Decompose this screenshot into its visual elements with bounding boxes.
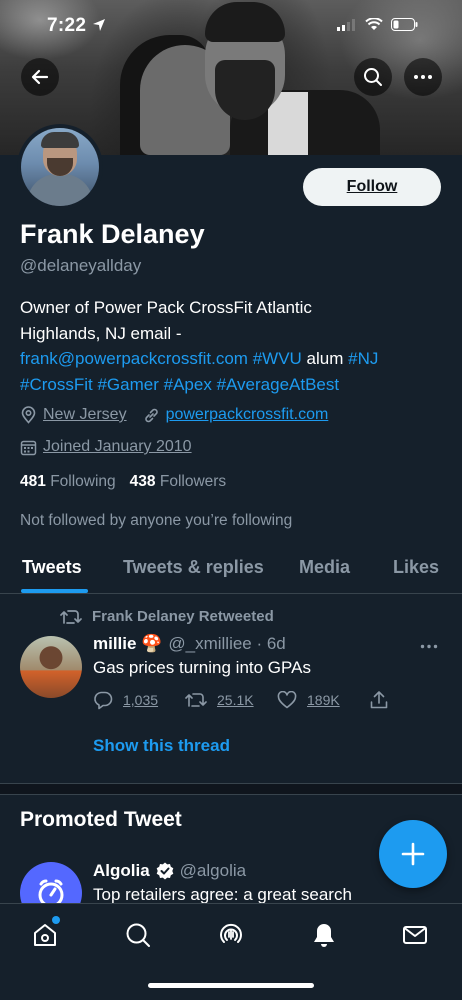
status-icons <box>337 18 418 31</box>
hashtag-link[interactable]: #CrossFit <box>20 375 93 394</box>
more-button[interactable] <box>404 58 442 96</box>
hashtag-link[interactable]: #WVU <box>253 349 302 368</box>
tweet-more-button[interactable] <box>420 633 438 654</box>
more-dots-icon <box>420 644 438 649</box>
followers-count: 438 <box>129 473 156 490</box>
tweet-author-handle: @_xmilliee · 6d <box>168 634 286 653</box>
following-label: Following <box>50 473 116 490</box>
hashtag-link[interactable]: #AverageAtBest <box>217 375 340 394</box>
bio-line: #CrossFit #Gamer #Apex #AverageAtBest <box>20 372 440 398</box>
tab-tweets[interactable]: Tweets <box>22 557 82 578</box>
verified-badge-icon <box>156 862 173 880</box>
bio-email-link[interactable]: frank@powerpackcrossfit.com <box>20 349 248 368</box>
profile-website-link[interactable]: powerpackcrossfit.com <box>166 406 329 424</box>
show-thread-link[interactable]: Show this thread <box>93 736 230 756</box>
tab-likes[interactable]: Likes <box>393 557 439 578</box>
follow-button[interactable]: Follow <box>303 168 441 206</box>
retweet-button[interactable]: 25.1K <box>185 692 277 708</box>
retweet-count: 25.1K <box>217 692 254 708</box>
search-icon <box>126 923 150 947</box>
profile-meta: New Jersey powerpackcrossfit.com <box>20 406 328 424</box>
plus-icon <box>401 842 425 866</box>
active-tab-indicator <box>21 589 88 593</box>
bio-text: alum <box>301 349 349 368</box>
battery-icon <box>391 18 418 31</box>
calendar-icon <box>20 440 37 455</box>
avatar-image <box>21 128 99 206</box>
search-icon <box>364 68 382 86</box>
reply-icon <box>94 691 113 710</box>
retweet-indicator[interactable]: Frank Delaney Retweeted <box>60 608 274 625</box>
link-icon <box>144 408 158 422</box>
profile-joined: Joined January 2010 <box>20 438 192 456</box>
joined-date: Joined January 2010 <box>43 438 192 455</box>
notification-dot <box>52 916 60 924</box>
tweet-actions: 1,035 25.1K 189K <box>93 690 393 710</box>
tab-media[interactable]: Media <box>299 557 350 578</box>
hashtag-link[interactable]: #Gamer <box>97 375 158 394</box>
followers-count-link[interactable]: 438 Followers <box>130 473 227 491</box>
tweet-author-avatar[interactable] <box>20 636 82 698</box>
search-button[interactable] <box>354 58 392 96</box>
spaces-tab[interactable] <box>216 920 246 950</box>
back-arrow-icon <box>31 69 49 85</box>
banner-photo-part <box>205 2 285 42</box>
profile-tabs: Tweets Tweets & replies Media Likes <box>0 552 462 594</box>
location-pin-icon <box>21 406 36 424</box>
following-count: 481 <box>20 473 46 490</box>
hashtag-link[interactable]: #NJ <box>348 349 378 368</box>
bell-icon <box>314 924 334 947</box>
mail-icon <box>403 926 427 944</box>
signal-icon <box>337 18 355 31</box>
profile-handle: @delaneyallday <box>20 256 142 275</box>
banner-photo-part <box>215 60 275 120</box>
following-count-link[interactable]: 481 Following <box>20 473 116 491</box>
tweet-author-name[interactable]: millie 🍄 <box>93 634 162 654</box>
spaces-mic-icon <box>220 923 242 943</box>
share-icon <box>370 691 388 709</box>
not-followed-note: Not followed by anyone you’re following <box>20 512 293 529</box>
more-dots-icon <box>414 75 432 79</box>
profile-bio: Owner of Power Pack CrossFit Atlantic Hi… <box>20 295 440 397</box>
like-button[interactable]: 189K <box>277 691 369 709</box>
home-indicator <box>148 983 314 988</box>
retweet-label: Frank Delaney Retweeted <box>92 608 274 625</box>
notifications-tab[interactable] <box>309 920 339 950</box>
profile-location[interactable]: New Jersey <box>43 406 127 424</box>
tweet-header: millie 🍄 @_xmilliee · 6d <box>93 634 286 654</box>
status-time: 7:22 <box>47 15 106 37</box>
promoted-tweet-header: Algolia @algolia <box>93 861 246 881</box>
promoted-tweet-text: Top retailers agree: a great search <box>93 885 352 903</box>
follow-counts: 481 Following 438 Followers <box>20 473 226 491</box>
reply-count: 1,035 <box>123 692 159 708</box>
profile-avatar[interactable] <box>17 124 103 210</box>
bio-line: frank@powerpackcrossfit.com #WVU alum #N… <box>20 346 440 372</box>
tab-tweets-replies[interactable]: Tweets & replies <box>123 557 264 578</box>
followers-label: Followers <box>159 473 227 490</box>
home-icon <box>34 924 56 946</box>
heart-icon <box>277 691 297 709</box>
wifi-icon <box>365 18 383 30</box>
bio-line: Owner of Power Pack CrossFit Atlantic <box>20 298 312 317</box>
back-button[interactable] <box>21 58 59 96</box>
home-tab[interactable] <box>30 916 60 950</box>
section-divider <box>0 783 462 795</box>
tweet-text: Gas prices turning into GPAs <box>93 658 311 677</box>
promoted-author-name[interactable]: Algolia <box>93 861 150 881</box>
share-button[interactable] <box>369 690 389 710</box>
promoted-tweet-heading: Promoted Tweet <box>20 808 182 831</box>
like-count: 189K <box>307 692 340 708</box>
search-tab[interactable] <box>123 920 153 950</box>
compose-tweet-button[interactable] <box>379 820 447 888</box>
messages-tab[interactable] <box>400 920 430 950</box>
retweet-icon <box>185 693 207 707</box>
bio-line: Highlands, NJ email - <box>20 323 182 343</box>
reply-button[interactable]: 1,035 <box>93 690 185 710</box>
hashtag-link[interactable]: #Apex <box>164 375 212 394</box>
location-arrow-icon <box>92 19 105 31</box>
retweet-icon <box>60 609 82 624</box>
profile-name: Frank Delaney <box>20 219 205 249</box>
promoted-author-handle: @algolia <box>179 861 247 880</box>
